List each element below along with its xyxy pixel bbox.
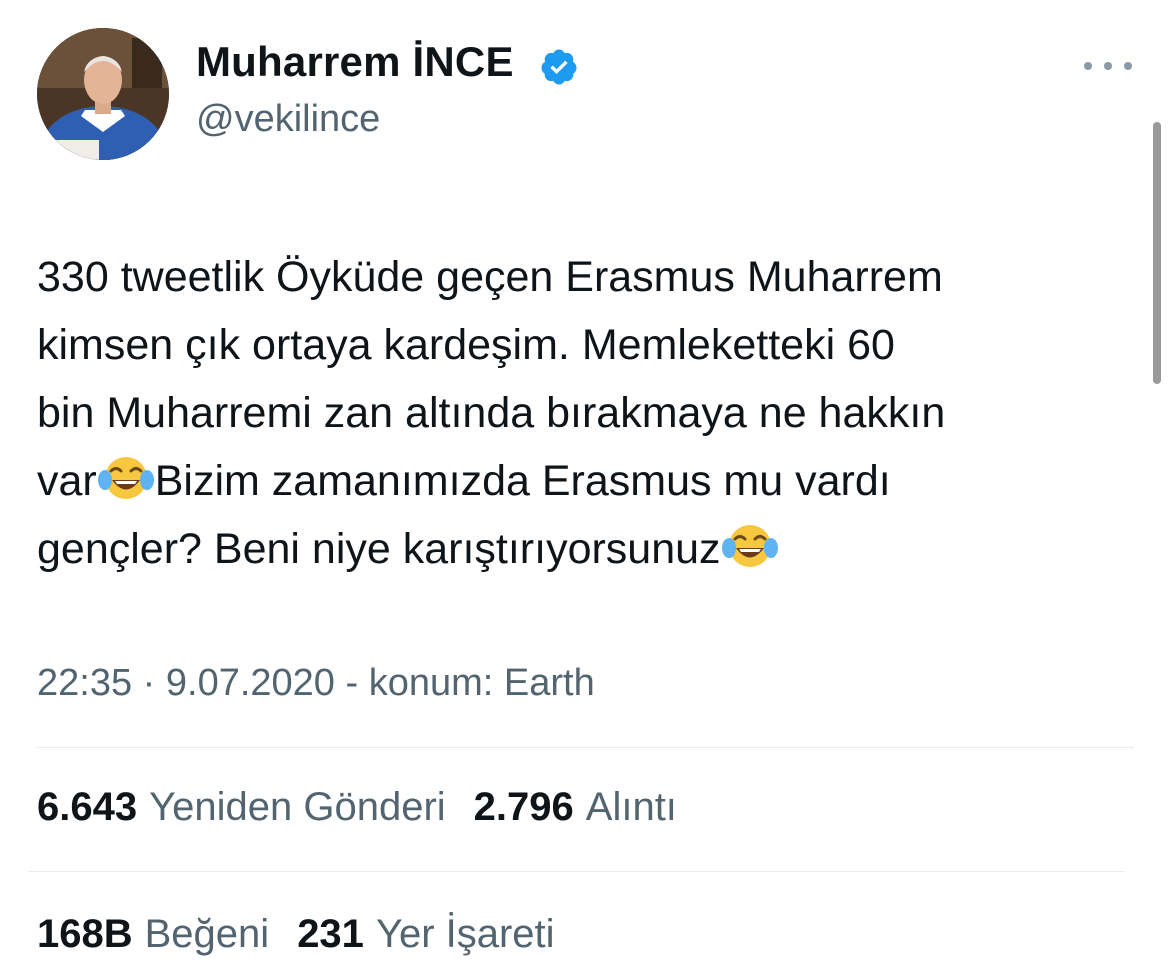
tweet-date[interactable]: 9.07.2020 <box>166 662 335 704</box>
quotes-label: Alıntı <box>585 785 677 829</box>
verified-badge-icon <box>541 49 577 85</box>
quotes-count: 2.796 <box>473 785 574 829</box>
retweets-stat[interactable]: 6.643 Yeniden Gönderi <box>37 785 446 830</box>
divider <box>37 747 1134 748</box>
likes-count: 168B <box>37 912 133 956</box>
bookmarks-stat[interactable]: 231 Yer İşareti <box>297 912 554 957</box>
bookmarks-count: 231 <box>297 912 364 956</box>
face-with-tears-of-joy-icon <box>97 457 154 499</box>
face-with-tears-of-joy-icon <box>721 525 778 567</box>
tweet-meta: 22:35 · 9.07.2020 - konum: Earth <box>37 662 595 704</box>
tweet-location: konum: Earth <box>368 662 595 704</box>
likes-label: Beğeni <box>144 912 270 956</box>
author-name[interactable]: Muharrem İNCE <box>196 38 514 86</box>
quotes-stat[interactable]: 2.796 Alıntı <box>474 785 677 830</box>
likes-stat[interactable]: 168B Beğeni <box>37 912 269 957</box>
scrollbar[interactable] <box>1153 122 1161 384</box>
retweets-label: Yeniden Gönderi <box>149 785 446 829</box>
author-handle[interactable]: @vekilince <box>196 98 380 141</box>
divider <box>28 871 1125 872</box>
avatar[interactable] <box>37 28 169 160</box>
tweet-time[interactable]: 22:35 <box>37 662 132 704</box>
bookmarks-label: Yer İşareti <box>375 912 555 956</box>
retweets-count: 6.643 <box>37 785 138 829</box>
tweet-text: 330 tweetlik Öyküde geçen Erasmus Muharr… <box>37 243 1137 583</box>
stats-row-engagement: 168B Beğeni 231 Yer İşareti <box>37 912 583 957</box>
profile-photo <box>37 28 169 160</box>
stats-row-shares: 6.643 Yeniden Gönderi 2.796 Alıntı <box>37 785 705 830</box>
more-options-icon[interactable] <box>1084 52 1132 80</box>
